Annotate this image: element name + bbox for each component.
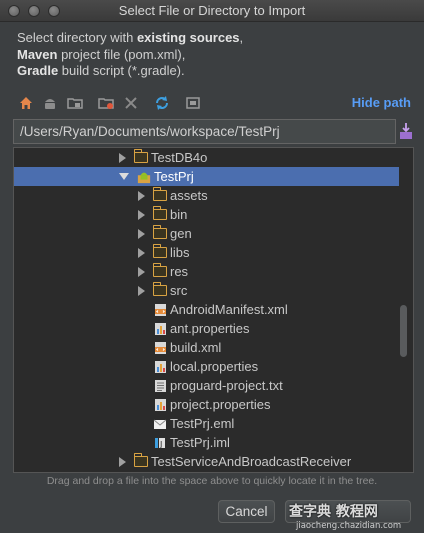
expand-arrow-icon[interactable] (138, 228, 145, 239)
tree-row-label: TestDB4o (151, 150, 208, 165)
properties-file-icon (153, 360, 167, 374)
tree-row-label: src (170, 283, 188, 298)
tree-row-label: ant.properties (170, 321, 250, 336)
tree-row-label: local.properties (170, 359, 259, 374)
tree-row-label: assets (170, 188, 208, 203)
tree-row[interactable]: proguard-project.txt (14, 376, 399, 395)
desc-bold: Gradle (17, 63, 59, 78)
tree-row[interactable]: TestDB4o (14, 148, 399, 167)
tree-row-label: TestPrj.eml (170, 416, 235, 431)
tree-row-label: bin (170, 207, 188, 222)
tree-row[interactable]: gen (14, 224, 399, 243)
tree-row[interactable]: src (14, 281, 399, 300)
tree-row[interactable]: project.properties (14, 395, 399, 414)
project-folder-icon[interactable] (66, 94, 84, 112)
text-file-icon (153, 379, 167, 393)
expand-arrow-icon[interactable] (138, 285, 145, 296)
file-tree[interactable]: TestDB4o TestPrj assets bin gen libs res src And… (13, 147, 414, 473)
tree-row-label: build.xml (170, 340, 222, 355)
folder-icon (133, 453, 148, 469)
properties-file-icon (153, 398, 167, 412)
tree-row-label: AndroidManifest.xml (170, 302, 288, 317)
expand-arrow-icon[interactable] (138, 190, 145, 201)
watermark-logo: 查字典 教程网 (289, 504, 378, 520)
tree-row[interactable]: local.properties (14, 357, 399, 376)
xml-file-icon (153, 341, 167, 355)
tree-row[interactable]: libs (14, 243, 399, 262)
desc-text: build script (*.gradle). (58, 63, 185, 78)
watermark-url: jiaocheng.chazidian.com (296, 521, 402, 531)
eml-file-icon (153, 417, 167, 431)
folder-icon (152, 263, 167, 279)
xml-file-icon (153, 303, 167, 317)
android-icon[interactable] (41, 94, 59, 112)
home-icon[interactable] (17, 94, 35, 112)
desc-bold: Maven (17, 46, 58, 62)
tree-row[interactable]: build.xml (14, 338, 399, 357)
tree-row[interactable]: AndroidManifest.xml (14, 300, 399, 319)
tree-row-label: res (170, 264, 189, 279)
tree-row-selected[interactable]: TestPrj (14, 167, 399, 186)
svg-text:J: J (159, 440, 162, 449)
tree-scrollbar[interactable] (400, 305, 407, 357)
drag-drop-hint: Drag and drop a file into the space abov… (46, 475, 378, 487)
tree-row-label: TestPrj.iml (170, 435, 230, 450)
folder-icon (152, 206, 167, 222)
folder-icon (152, 244, 167, 260)
tree-row-label: libs (170, 245, 190, 260)
show-hidden-icon[interactable] (184, 94, 202, 112)
folder-icon (152, 282, 167, 298)
iml-file-icon: J (153, 436, 167, 450)
path-history-button[interactable] (397, 121, 415, 141)
tree-row[interactable]: TestPrj.eml (14, 414, 399, 433)
cancel-button[interactable]: Cancel (218, 500, 275, 523)
folder-icon (152, 187, 167, 203)
tree-row[interactable]: J TestPrj.iml (14, 433, 399, 452)
window-title: Select File or Directory to Import (118, 3, 306, 18)
tree-row[interactable]: res (14, 262, 399, 281)
desc-text: , (239, 30, 244, 45)
delete-icon[interactable] (122, 94, 140, 112)
folder-icon (152, 225, 167, 241)
path-input[interactable]: /Users/Ryan/Documents/workspace/TestPrj (13, 119, 396, 144)
tree-row-label: TestPrj (154, 169, 194, 184)
android-module-icon (137, 170, 151, 184)
expand-arrow-icon[interactable] (119, 152, 126, 163)
tree-row-label: TestServiceAndBroadcastReceiver (151, 454, 352, 469)
expand-arrow-icon[interactable] (138, 266, 145, 277)
desc-bold: existing sources (136, 30, 240, 45)
expand-arrow-icon[interactable] (138, 209, 145, 220)
tree-row-label: project.properties (170, 397, 271, 412)
expand-arrow-icon[interactable] (138, 247, 145, 258)
desc-text: Select directory with (17, 30, 137, 45)
tree-row-label: gen (170, 226, 192, 241)
file-chooser-toolbar: Hide path (13, 92, 413, 114)
title-bar: Select File or Directory to Import (0, 0, 424, 22)
tree-row[interactable]: bin (14, 205, 399, 224)
folder-icon (133, 149, 148, 165)
tree-row[interactable]: assets (14, 186, 399, 205)
collapse-arrow-icon[interactable] (119, 173, 129, 180)
desc-text: project file (pom.xml), (57, 46, 186, 62)
expand-arrow-icon[interactable] (119, 456, 126, 467)
new-folder-icon[interactable] (97, 94, 115, 112)
dialog-description: Select directory with existing sources, … (17, 30, 417, 80)
tree-row[interactable]: ant.properties (14, 319, 399, 338)
refresh-icon[interactable] (153, 94, 171, 112)
tree-row[interactable]: TestServiceAndBroadcastReceiver (14, 452, 399, 471)
properties-file-icon (153, 322, 167, 336)
hide-path-link[interactable]: Hide path (352, 95, 411, 110)
tree-row-label: proguard-project.txt (170, 378, 283, 393)
